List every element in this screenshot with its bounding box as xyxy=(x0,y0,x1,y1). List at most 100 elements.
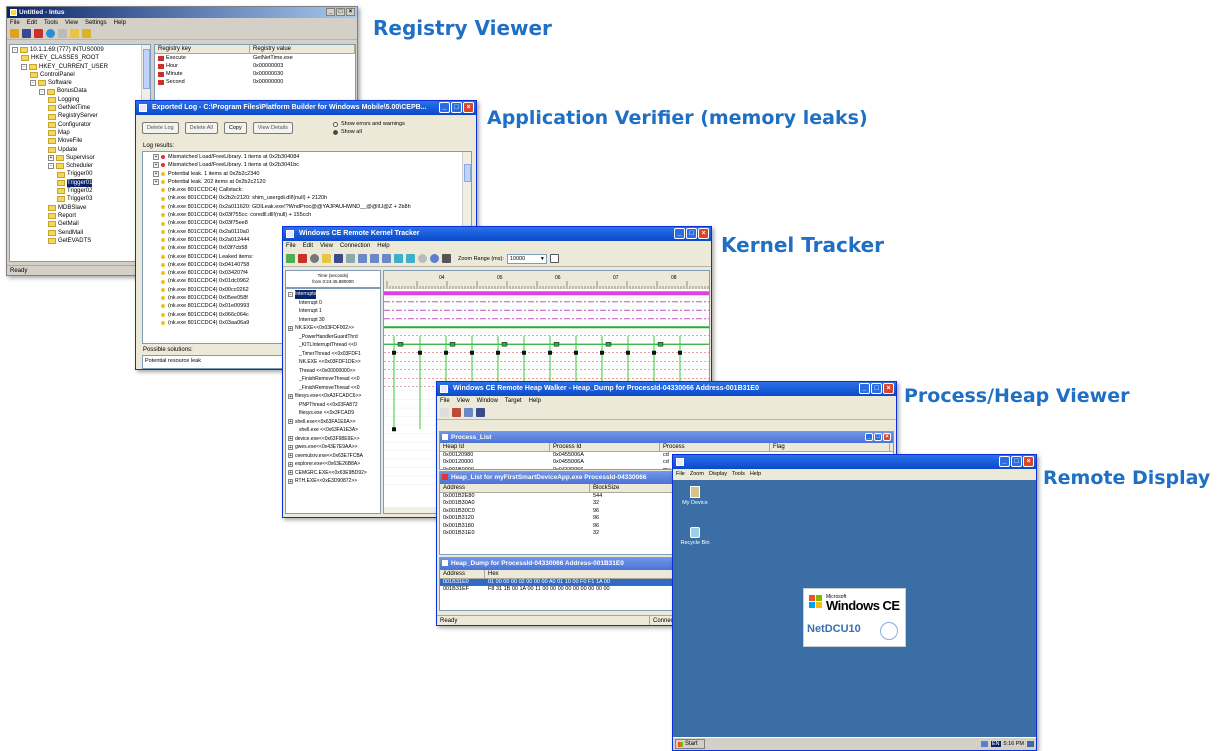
registry-value-row[interactable]: Execute GetNetTime.exe xyxy=(155,54,355,62)
start-button[interactable]: Start xyxy=(675,739,705,749)
heap-title-bar[interactable]: Windows CE Remote Heap Walker - Heap_Dum… xyxy=(437,382,896,396)
tree-node[interactable]: Report xyxy=(12,212,148,220)
fit-icon[interactable] xyxy=(549,254,559,263)
tree-node[interactable]: Trigger00 xyxy=(12,170,148,178)
menu-item-zoom[interactable]: Zoom xyxy=(690,469,704,480)
menu-item-view[interactable]: View xyxy=(320,241,333,251)
expand-icon[interactable]: + xyxy=(288,393,293,399)
process-list-title-bar[interactable]: Process_List _ □ × xyxy=(440,432,893,443)
edit-icon[interactable] xyxy=(58,29,67,38)
event-marker[interactable] xyxy=(652,350,656,355)
maximize-icon[interactable]: □ xyxy=(874,433,882,441)
registry-value-row[interactable]: Second 0x00000000 xyxy=(155,78,355,86)
expand-icon[interactable]: + xyxy=(288,478,293,484)
event-marker[interactable] xyxy=(397,342,404,347)
disconnect-icon[interactable] xyxy=(34,29,43,38)
registry-value-row[interactable]: Hour 0x00000003 xyxy=(155,62,355,70)
expand-icon[interactable]: + xyxy=(288,419,293,425)
refresh-icon[interactable] xyxy=(46,29,55,38)
expand-icon[interactable]: - xyxy=(12,47,18,54)
tree-node[interactable]: + Supervisor xyxy=(12,154,148,162)
column-registry-value[interactable]: Registry value xyxy=(250,45,355,53)
minimize-icon[interactable]: _ xyxy=(859,383,870,394)
log-entry[interactable]: + Potential leak. 202 items at 0x2b2c2120 xyxy=(145,178,469,186)
menu-item-display[interactable]: Display xyxy=(709,469,727,480)
view2-icon[interactable] xyxy=(370,254,379,263)
tree-node[interactable]: Update xyxy=(12,146,148,154)
menu-item-connection[interactable]: Connection xyxy=(340,241,370,251)
settings-icon[interactable] xyxy=(346,254,355,263)
tree-node[interactable]: MDBSlave xyxy=(12,204,148,212)
expand-icon[interactable]: - xyxy=(30,80,36,87)
menu-item-help[interactable]: Help xyxy=(377,241,389,251)
menu-item-view[interactable]: View xyxy=(65,18,78,28)
menu-item-tools[interactable]: Tools xyxy=(732,469,745,480)
expand-icon[interactable]: - xyxy=(288,291,293,297)
tree-node[interactable]: - HKEY_CURRENT_USER xyxy=(12,63,148,71)
log-entry[interactable]: + Potential leak. 1 items at 0x2b2c2340 xyxy=(145,170,469,178)
event-marker[interactable] xyxy=(449,342,456,347)
expand-icon[interactable]: + xyxy=(48,155,54,161)
kernel-tree-node[interactable]: filesys.exe <<0x3FCAD9 xyxy=(287,409,379,418)
kernel-tree-node[interactable]: Thread <<0x00000000>> xyxy=(287,367,379,376)
menu-item-help[interactable]: Help xyxy=(114,18,126,28)
menu-item-help[interactable]: Help xyxy=(750,469,761,480)
expand-icon[interactable]: + xyxy=(153,170,159,177)
event-marker[interactable] xyxy=(605,342,612,347)
process-column[interactable]: Process xyxy=(660,443,770,451)
process-column[interactable]: Heap Id xyxy=(440,443,550,451)
radio-show-errors[interactable]: Show errors and warnings xyxy=(333,120,405,128)
expand-icon[interactable]: - xyxy=(48,163,54,170)
menu-item-file[interactable]: File xyxy=(440,396,450,406)
copy-button[interactable]: Copy xyxy=(223,122,247,134)
zoom-range-select[interactable]: 10000 ▼ xyxy=(506,253,547,264)
event-marker[interactable] xyxy=(548,350,552,355)
network-icon[interactable] xyxy=(980,741,988,747)
kernel-tree-node[interactable]: + shell.exe<<0x63FA1E6A>> xyxy=(287,418,379,427)
kernel-tree-node[interactable]: + explorer.exe<<0x63E26B8A> xyxy=(287,460,379,469)
kernel-tree-node[interactable]: + RTH.EXE<<0xE3D90872>> xyxy=(287,477,379,486)
menu-item-target[interactable]: Target xyxy=(505,396,522,406)
expand-icon[interactable]: - xyxy=(39,88,45,95)
close-icon[interactable]: × xyxy=(883,433,891,441)
view3-icon[interactable] xyxy=(382,254,391,263)
kernel-tree-node[interactable]: _FinishRemoveThread <<0 xyxy=(287,384,379,393)
view1-icon[interactable] xyxy=(358,254,367,263)
column-registry-key[interactable]: Registry key xyxy=(155,45,250,53)
verifier-title-bar[interactable]: Exported Log - C:\Program Files\Platform… xyxy=(136,101,476,115)
registry-value-row[interactable]: Minute 0x00000030 xyxy=(155,70,355,78)
next-icon[interactable] xyxy=(406,254,415,263)
kernel-tree-node[interactable]: _TimerThread <<0x03FDF1 xyxy=(287,350,379,359)
expand-icon[interactable]: + xyxy=(288,470,293,476)
walker-icon[interactable] xyxy=(440,408,449,417)
start-icon[interactable] xyxy=(286,254,295,263)
expand-icon[interactable]: + xyxy=(288,461,293,467)
maximize-icon[interactable]: □ xyxy=(336,8,345,16)
log-entry[interactable]: (nk.exe 801CCDC4) Callstack: xyxy=(145,186,469,194)
menu-item-file[interactable]: File xyxy=(286,241,296,251)
process-column[interactable]: Flag xyxy=(770,443,890,451)
expand-icon[interactable]: - xyxy=(21,63,27,70)
expand-icon[interactable]: + xyxy=(288,325,293,331)
kernel-tree-node[interactable]: _FinishRemoveThread <<0 xyxy=(287,375,379,384)
marker-icon[interactable] xyxy=(442,254,451,263)
kernel-tree-node[interactable]: - Interrupts xyxy=(287,290,379,299)
minimize-icon[interactable]: _ xyxy=(865,433,873,441)
folder-icon[interactable] xyxy=(70,29,79,38)
zoom-in-icon[interactable] xyxy=(418,254,427,263)
event-marker[interactable] xyxy=(626,350,630,355)
log-entry[interactable]: (nk.exe 801CCDC4) 0x03f755cc: coredll.dl… xyxy=(145,211,469,219)
kernel-tree-node[interactable]: + NK.EXE<<0x03FDF002>> xyxy=(287,324,379,333)
maximize-icon[interactable]: □ xyxy=(1011,456,1022,467)
tree-node[interactable]: - Software xyxy=(12,79,148,87)
delete-all-button[interactable]: Delete All xyxy=(184,122,218,134)
record-icon[interactable] xyxy=(310,254,319,263)
log-entry[interactable]: (nk.exe 801CCDC4) 0x2a011620: GDILeak.ex… xyxy=(145,203,469,211)
menu-item-settings[interactable]: Settings xyxy=(85,18,107,28)
radio-show-all[interactable]: Show all xyxy=(333,128,405,136)
language-indicator[interactable]: EN xyxy=(990,741,1001,747)
close-icon[interactable]: × xyxy=(1023,456,1034,467)
registry-title-bar[interactable]: Untitled - Intus _ □ × xyxy=(7,7,357,18)
zoom-out-icon[interactable] xyxy=(430,254,439,263)
event-marker[interactable] xyxy=(496,350,500,355)
